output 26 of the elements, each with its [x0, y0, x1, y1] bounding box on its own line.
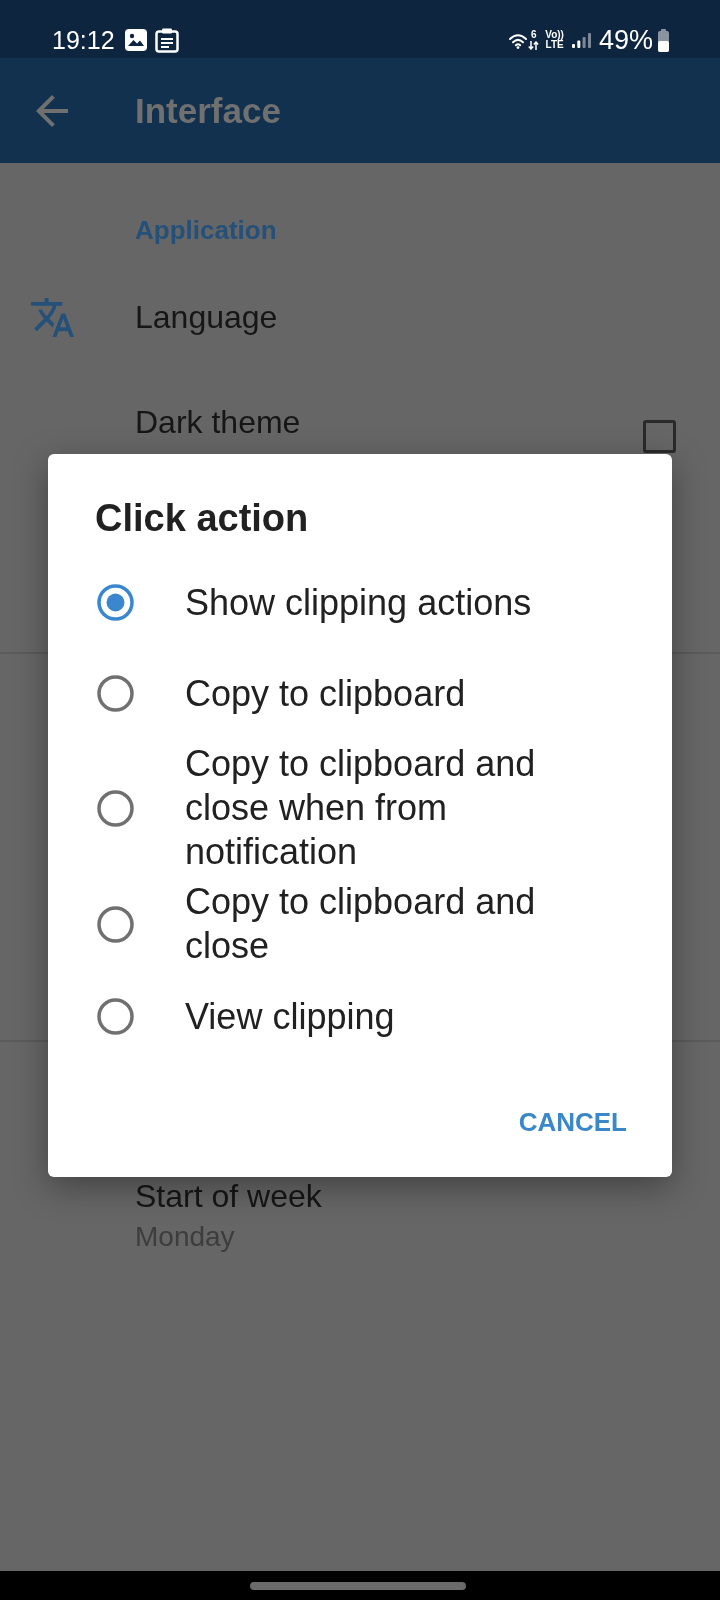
clipboard-icon — [154, 27, 179, 53]
back-arrow-icon[interactable] — [36, 94, 68, 127]
image-icon — [124, 29, 147, 51]
section-header: Application — [135, 214, 277, 246]
network-type-label: LTE — [545, 40, 564, 50]
setting-title: Language — [135, 298, 278, 337]
wifi-icon — [509, 33, 528, 49]
status-time: 19:12 — [52, 25, 115, 55]
cancel-button[interactable]: CANCEL — [502, 1090, 643, 1154]
radio-option[interactable]: Copy to clipboard and close — [48, 877, 672, 971]
wifi-standard-label: 6 — [530, 30, 537, 40]
signal-bars-icon — [571, 32, 591, 48]
radio-option[interactable]: View clipping — [48, 971, 672, 1062]
radio-option[interactable]: Copy to clipboard and close when from notification — [48, 739, 672, 877]
up-down-arrows-icon — [528, 41, 540, 50]
app-bar-title: Interface — [135, 90, 281, 131]
setting-title: Dark theme — [135, 403, 301, 442]
translate-icon — [31, 297, 74, 337]
radio-option[interactable]: Show clipping actions — [48, 557, 672, 648]
setting-title: Start of week — [135, 1178, 322, 1214]
network-type-label: Vo)) — [545, 30, 564, 40]
radio-option[interactable]: Copy to clipboard — [48, 648, 672, 739]
dialog-title: Click action — [95, 498, 309, 538]
battery-icon — [658, 28, 669, 52]
battery-percent: 49% — [598, 25, 653, 55]
home-handle[interactable] — [250, 1581, 466, 1590]
